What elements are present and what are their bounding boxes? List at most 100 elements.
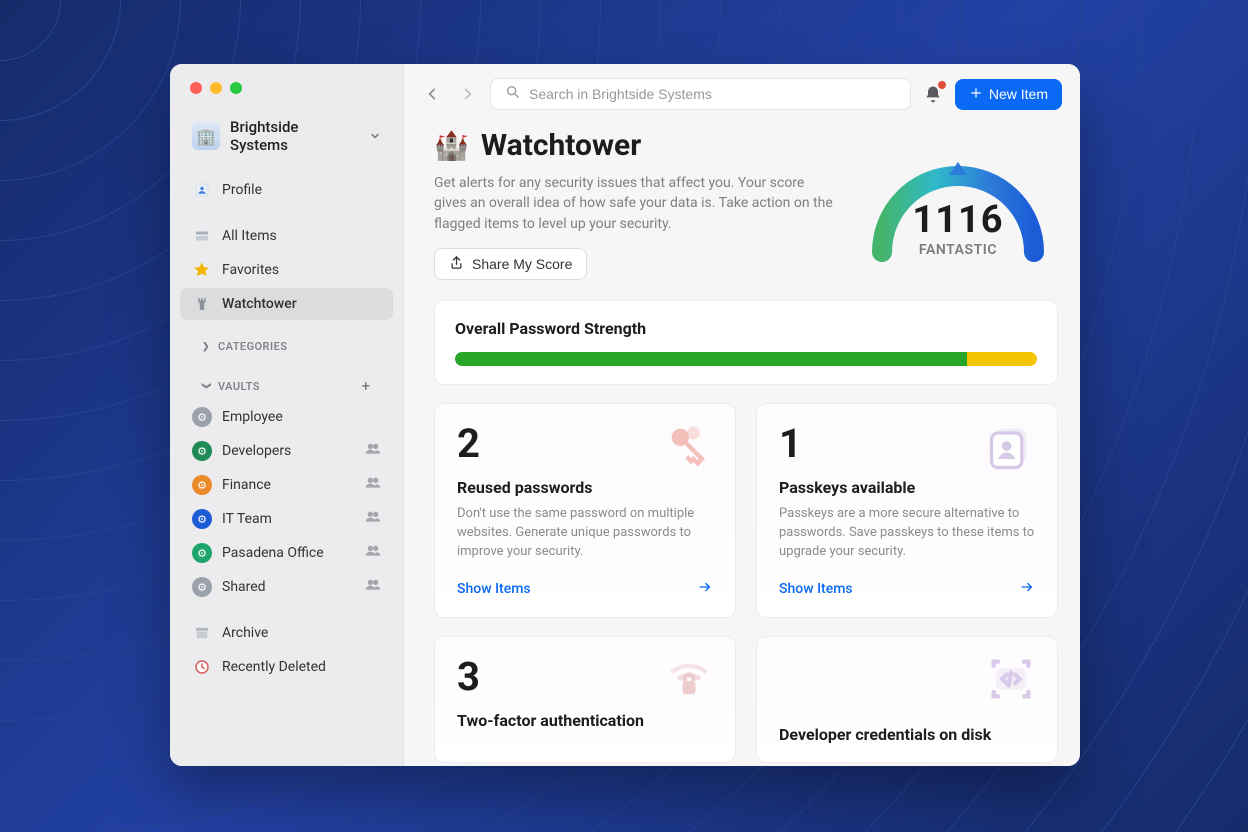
page-description: Get alerts for any security issues that … [434, 173, 840, 234]
vault-icon: ⚙ [192, 441, 212, 461]
sidebar-item-watchtower[interactable]: Watchtower [180, 288, 393, 320]
keys-icon [663, 420, 715, 472]
vault-item-employee[interactable]: ⚙ Employee [180, 401, 393, 433]
strength-segment-strong [455, 352, 967, 366]
passkey-icon [985, 420, 1037, 472]
forward-button[interactable] [456, 83, 478, 105]
code-icon [985, 653, 1037, 705]
sidebar-item-label: All Items [222, 228, 277, 244]
shared-icon [365, 577, 381, 597]
nav: Profile All Items Favorites Watchtower [170, 174, 403, 685]
vault-icon: ⚙ [192, 475, 212, 495]
vault-label: Developers [222, 443, 291, 459]
chevron-down-icon [369, 127, 381, 146]
sidebar-item-label: Archive [222, 625, 268, 641]
score-label: FANTASTIC [919, 242, 997, 258]
sidebar-item-recently-deleted[interactable]: Recently Deleted [180, 651, 393, 683]
arrow-right-icon [697, 579, 713, 599]
categories-label: CATEGORIES [218, 340, 287, 353]
notification-dot [938, 81, 946, 89]
vault-item-it-team[interactable]: ⚙ IT Team [180, 503, 393, 535]
dev-credentials-card: Developer credentials on disk [756, 636, 1058, 763]
account-name: Brightside Systems [230, 118, 359, 154]
vault-item-finance[interactable]: ⚙ Finance [180, 469, 393, 501]
sidebar-item-label: Profile [222, 182, 262, 198]
passkeys-desc: Passkeys are a more secure alternative t… [779, 505, 1035, 562]
share-score-button[interactable]: Share My Score [434, 248, 587, 280]
score-gauge: 1116 FANTASTIC [858, 132, 1058, 258]
reused-passwords-card: 2 Reused passwords Don't use the same pa… [434, 403, 736, 619]
add-vault-button[interactable]: + [357, 377, 375, 395]
notification-bell[interactable] [923, 84, 943, 104]
building-icon: 🏢 [196, 127, 216, 146]
sidebar-item-all-items[interactable]: All Items [180, 220, 393, 252]
hero: 🏰 Watchtower Get alerts for any security… [434, 128, 1058, 280]
password-strength-card: Overall Password Strength [434, 300, 1058, 385]
gauge-needle-icon [949, 162, 967, 175]
dev-title: Developer credentials on disk [779, 725, 1035, 744]
shared-icon [365, 543, 381, 563]
new-item-button[interactable]: New Item [955, 79, 1062, 110]
vault-item-developers[interactable]: ⚙ Developers [180, 435, 393, 467]
vault-label: IT Team [222, 511, 272, 527]
vault-label: Finance [222, 477, 271, 493]
link-label: Show Items [779, 581, 853, 597]
vault-item-pasadena[interactable]: ⚙ Pasadena Office [180, 537, 393, 569]
vaults-label: VAULTS [218, 380, 260, 393]
window-controls [170, 64, 403, 106]
minimize-window-button[interactable] [210, 82, 222, 94]
vault-item-shared[interactable]: ⚙ Shared [180, 571, 393, 603]
passkeys-card: 1 Passkeys available Passkeys are a more… [756, 403, 1058, 619]
vault-icon: ⚙ [192, 543, 212, 563]
strength-segment-medium [967, 352, 1037, 366]
sidebar-item-label: Recently Deleted [222, 659, 326, 675]
sidebar: 🏢 Brightside Systems Profile All Items [170, 64, 404, 766]
categories-section-toggle[interactable]: ❯ CATEGORIES [180, 334, 393, 359]
vault-label: Pasadena Office [222, 545, 324, 561]
chevron-down-icon: ❯ [201, 382, 211, 390]
toolbar: New Item [404, 64, 1080, 122]
sidebar-item-favorites[interactable]: Favorites [180, 254, 393, 286]
link-label: Show Items [457, 581, 531, 597]
page-title: Watchtower [481, 128, 641, 163]
profile-icon [192, 180, 212, 200]
app-window: 🏢 Brightside Systems Profile All Items [170, 64, 1080, 766]
strength-bar [455, 352, 1037, 366]
share-label: Share My Score [472, 256, 572, 272]
maximize-window-button[interactable] [230, 82, 242, 94]
back-button[interactable] [422, 83, 444, 105]
archive-icon [192, 623, 212, 643]
arrow-right-icon [1019, 579, 1035, 599]
new-item-label: New Item [989, 86, 1048, 102]
tower-icon: 🏰 [434, 129, 469, 162]
search-input[interactable] [529, 86, 896, 102]
search-icon [505, 84, 521, 104]
close-window-button[interactable] [190, 82, 202, 94]
twofa-card: 3 Two-factor authentication [434, 636, 736, 763]
shared-icon [365, 509, 381, 529]
account-logo: 🏢 [192, 122, 220, 150]
account-selector[interactable]: 🏢 Brightside Systems [184, 112, 389, 160]
chevron-right-icon: ❯ [202, 342, 210, 352]
vault-label: Employee [222, 409, 283, 425]
vault-icon: ⚙ [192, 407, 212, 427]
twofa-title: Two-factor authentication [457, 711, 713, 730]
reused-title: Reused passwords [457, 478, 713, 497]
sidebar-item-archive[interactable]: Archive [180, 617, 393, 649]
vaults-section-toggle[interactable]: ❯ VAULTS + [180, 371, 393, 401]
content: 🏰 Watchtower Get alerts for any security… [404, 122, 1080, 766]
score-value: 1116 [912, 198, 1003, 242]
search-field[interactable] [490, 78, 911, 110]
sidebar-item-profile[interactable]: Profile [180, 174, 393, 206]
wifi-lock-icon [663, 653, 715, 705]
strength-title: Overall Password Strength [455, 319, 1037, 338]
vault-icon: ⚙ [192, 509, 212, 529]
trash-clock-icon [192, 657, 212, 677]
passkeys-show-items-link[interactable]: Show Items [779, 579, 1035, 599]
shared-icon [365, 441, 381, 461]
star-icon [192, 260, 212, 280]
plus-icon [969, 86, 983, 103]
share-icon [449, 255, 464, 273]
shared-icon [365, 475, 381, 495]
reused-show-items-link[interactable]: Show Items [457, 579, 713, 599]
